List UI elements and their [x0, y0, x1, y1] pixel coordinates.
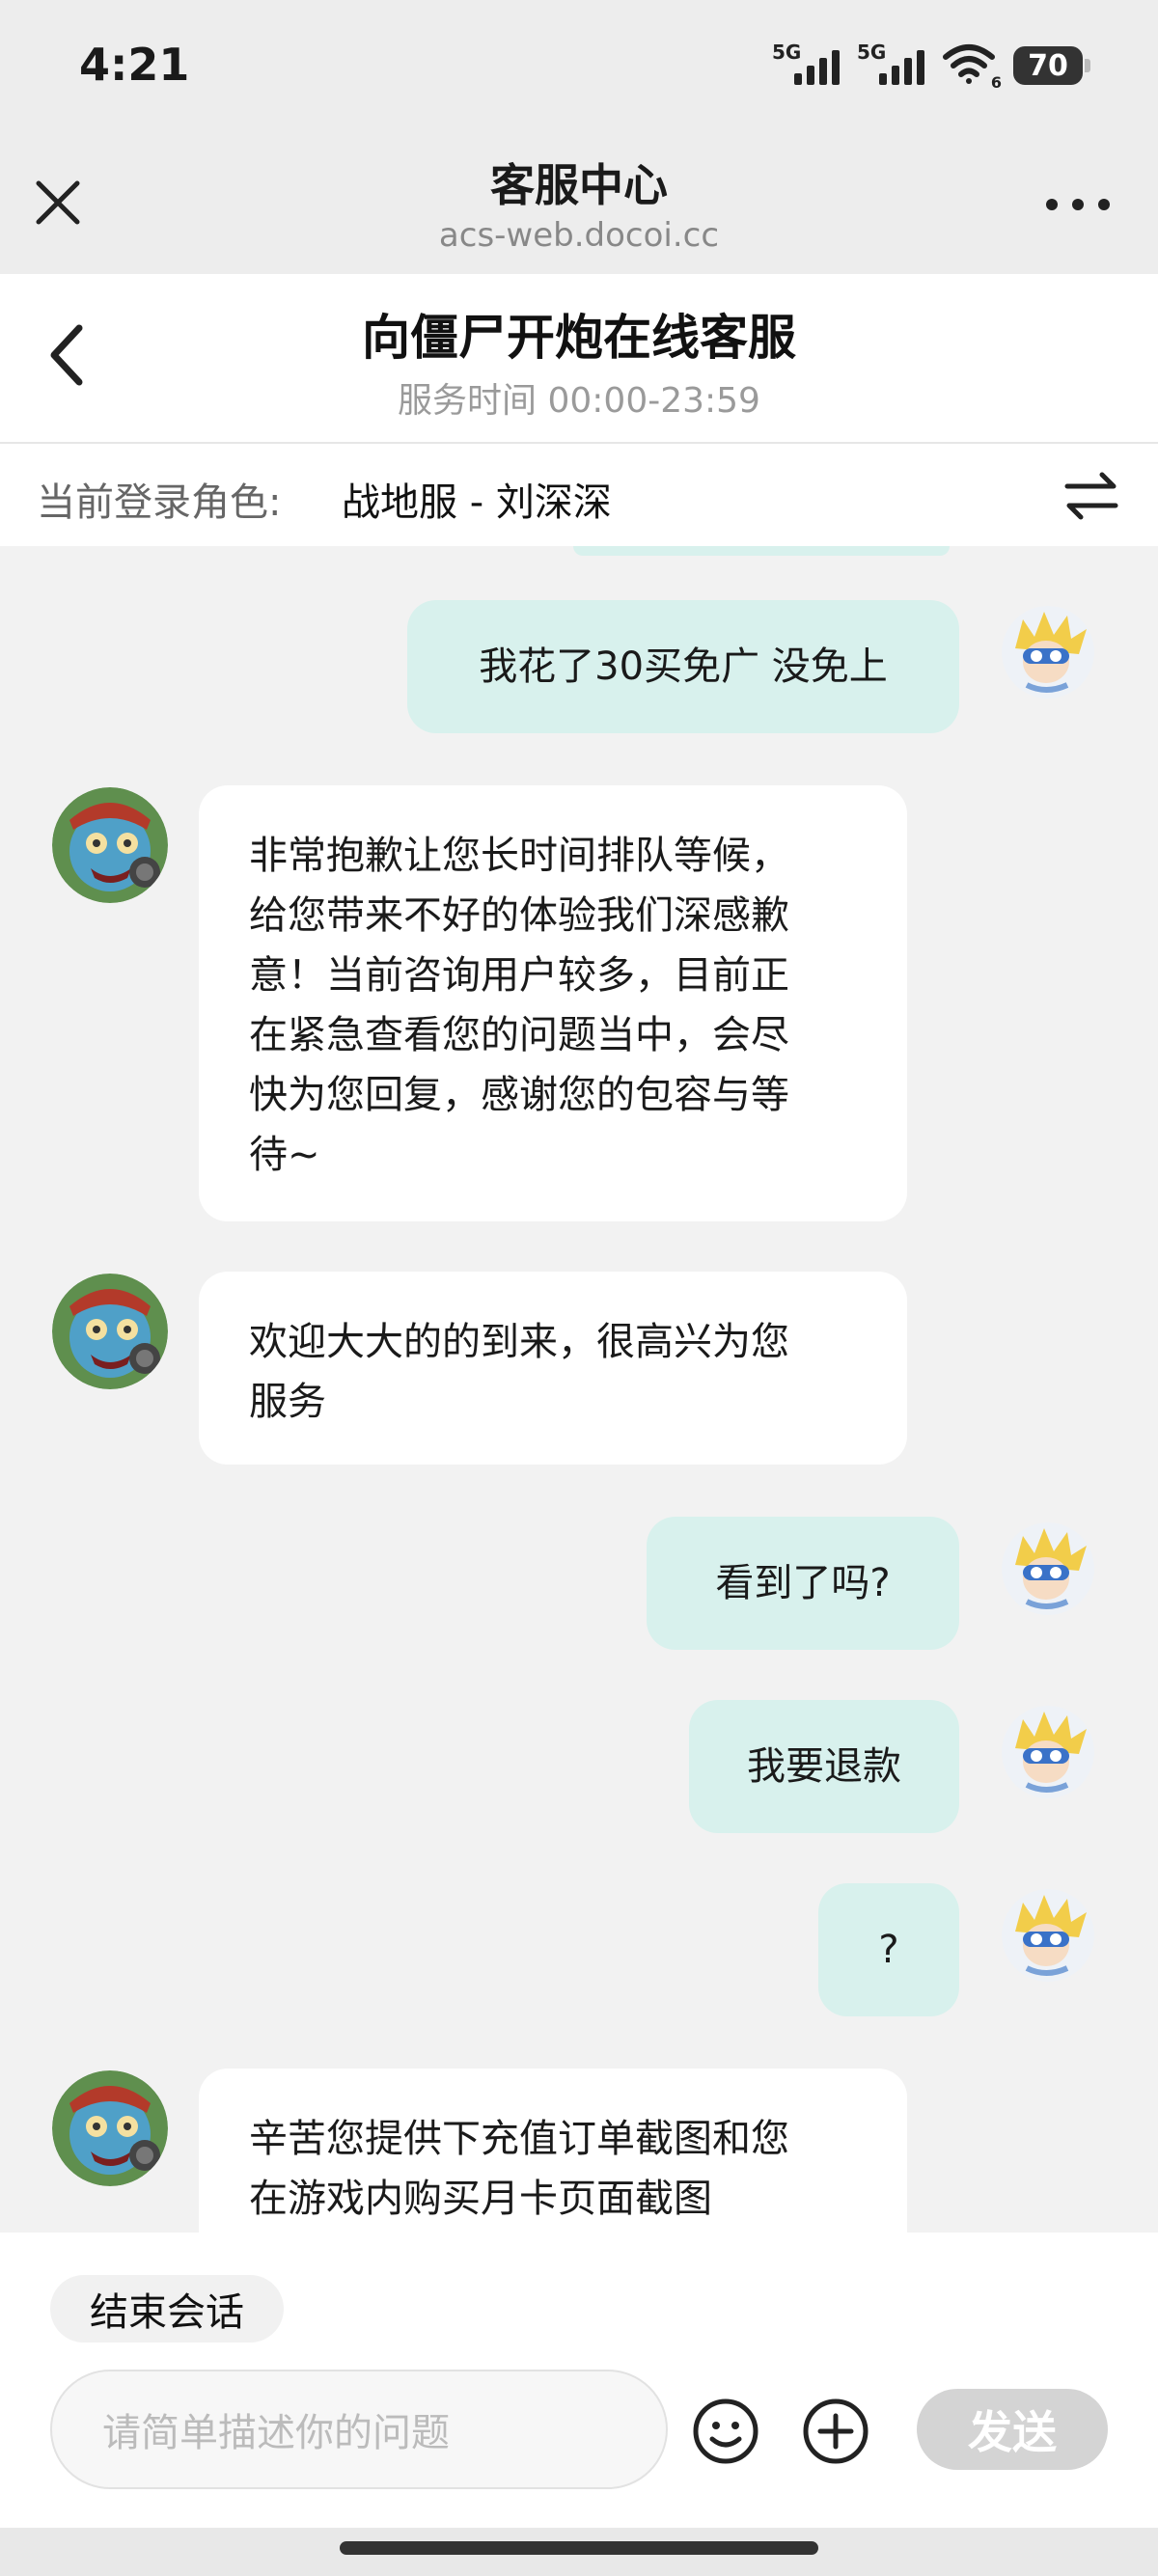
cellular-signal-icon: 5G: [857, 41, 924, 91]
home-area: [0, 2528, 1158, 2576]
wifi-subscript: 6: [990, 73, 1002, 92]
battery-level: 70: [1028, 48, 1068, 83]
chat-area[interactable]: 我花了30买免广 没免上 非常抱歉让您长时间排队等候， 给您带来不好的体验我们深…: [0, 546, 1158, 2233]
user-avatar: [1002, 1522, 1094, 1615]
user-message-bubble: 我花了30买免广 没免上: [407, 600, 959, 733]
home-indicator[interactable]: [340, 2541, 818, 2555]
previous-message-edge: [573, 546, 950, 556]
more-icon[interactable]: [1046, 193, 1110, 216]
emoji-icon[interactable]: [691, 2397, 760, 2466]
user-avatar: [1002, 1706, 1094, 1798]
cellular-signal-icon: 5G: [772, 41, 840, 91]
service-hours: 服务时间 00:00-23:59: [398, 381, 760, 421]
role-bar: 当前登录角色: 战地服 - 刘深深: [0, 444, 1158, 546]
plus-circle-icon[interactable]: [801, 2397, 870, 2466]
user-avatar: [1002, 1889, 1094, 1982]
agent-message-bubble: 辛苦您提供下充值订单截图和您 在游戏内购买月卡页面截图: [199, 2069, 907, 2233]
agent-message-bubble: 非常抱歉让您长时间排队等候， 给您带来不好的体验我们深感歉 意！当前咨询用户较多…: [199, 785, 907, 1221]
agent-avatar: [52, 787, 168, 903]
status-bar: 4:21 5G 5G 6 70: [0, 0, 1158, 135]
end-session-button[interactable]: 结束会话: [50, 2275, 284, 2343]
page-title: 向僵尸开炮在线客服: [362, 310, 796, 366]
page-header: 向僵尸开炮在线客服 服务时间 00:00-23:59: [0, 274, 1158, 444]
status-time: 4:21: [79, 39, 190, 91]
user-avatar: [1002, 606, 1094, 699]
status-icons: 5G 5G 6 70: [772, 37, 1090, 95]
agent-message-bubble: 欢迎大大的的到来，很高兴为您 服务: [199, 1272, 907, 1465]
user-message-bubble: 看到了吗?: [647, 1517, 959, 1650]
wifi-icon: 6: [942, 43, 1002, 92]
role-value: 战地服 - 刘深深: [342, 480, 612, 525]
browser-url: acs-web.docoi.cc: [438, 216, 720, 255]
user-message-bubble: ?: [818, 1883, 959, 2016]
input-area: 结束会话 请简单描述你的问题 发送: [0, 2233, 1158, 2528]
role-label: 当前登录角色:: [37, 480, 282, 525]
message-input[interactable]: 请简单描述你的问题: [50, 2370, 668, 2489]
agent-avatar: [52, 2070, 168, 2186]
agent-avatar: [52, 1274, 168, 1389]
switch-arrows-icon[interactable]: [1062, 467, 1121, 525]
browser-bar: 客服中心 acs-web.docoi.cc: [0, 135, 1158, 274]
send-button[interactable]: 发送: [917, 2389, 1108, 2470]
user-message-bubble: 我要退款: [689, 1700, 959, 1833]
battery-icon: 70: [1013, 46, 1090, 85]
browser-title: 客服中心: [490, 159, 668, 211]
